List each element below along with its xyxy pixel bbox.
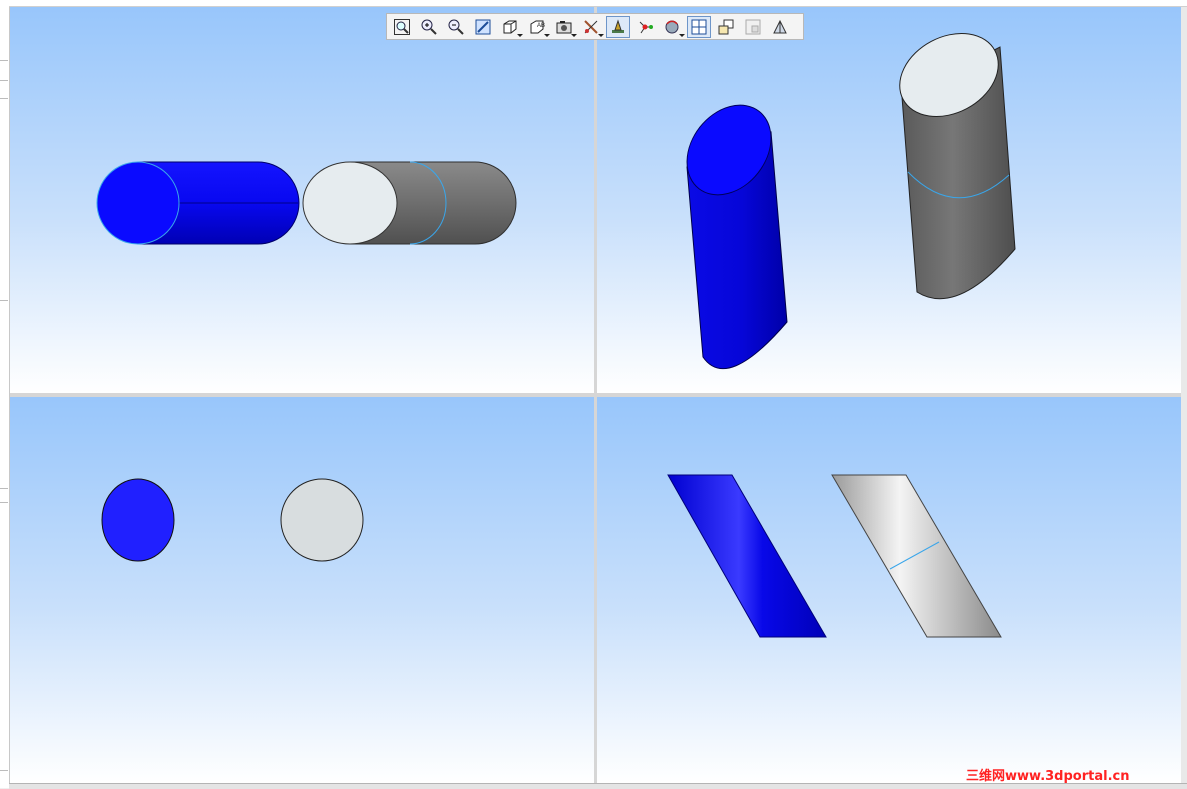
section-view-button[interactable]: [768, 16, 792, 38]
display-style-icon: AB: [530, 20, 545, 33]
viewport-front[interactable]: [10, 7, 594, 393]
hide-show-items-button[interactable]: [552, 16, 577, 38]
zoom-out-button[interactable]: [444, 16, 468, 38]
gray-cylinder[interactable]: [831, 474, 1002, 638]
zoom-to-area-button[interactable]: [471, 16, 495, 38]
zoom-out-icon: [448, 19, 464, 35]
appearance-icon: [584, 19, 598, 34]
rotate-view-button[interactable]: [660, 16, 685, 38]
appearance-button[interactable]: [579, 16, 604, 38]
single-view-icon: [745, 19, 761, 34]
four-viewport-icon: [691, 19, 707, 34]
zoom-in-icon: [421, 19, 437, 35]
cube-icon: [503, 20, 517, 33]
top-edge: [9, 0, 1187, 7]
viewport-right[interactable]: [597, 397, 1181, 783]
single-view-button[interactable]: [741, 16, 765, 38]
gray-cylinder[interactable]: [302, 161, 517, 245]
zoom-to-fit-button[interactable]: [390, 16, 414, 38]
section-view-icon: [773, 19, 787, 33]
svg-text:AB: AB: [537, 23, 545, 29]
right-edge: [1181, 7, 1187, 783]
watermark-text: 三维网www.3dportal.cn: [966, 769, 1130, 784]
rotate-icon: [665, 20, 679, 33]
link-views-icon: [718, 19, 734, 34]
horizontal-splitter[interactable]: [10, 393, 1181, 397]
four-viewport-button[interactable]: [687, 15, 711, 38]
display-style-button[interactable]: AB: [525, 16, 550, 38]
front-view-scene: [96, 161, 517, 245]
left-panel-edge: [0, 0, 10, 788]
blue-cylinder[interactable]: [667, 474, 827, 638]
top-view-scene: [101, 478, 364, 562]
camera-icon: [556, 20, 572, 33]
zoom-to-area-icon: [475, 19, 491, 34]
scene-settings-button[interactable]: [606, 15, 630, 38]
isometric-view-scene: [670, 17, 1016, 370]
viewport-top[interactable]: [10, 397, 594, 783]
node-icon: [639, 21, 653, 33]
view-settings-button[interactable]: [633, 16, 657, 38]
gray-cylinder[interactable]: [280, 478, 364, 562]
right-view-scene: [667, 474, 1002, 638]
viewport-isometric[interactable]: [597, 7, 1181, 393]
blue-cylinder[interactable]: [670, 89, 789, 370]
zoom-to-fit-icon: [394, 18, 410, 35]
zoom-in-button[interactable]: [417, 16, 441, 38]
blue-cylinder[interactable]: [101, 478, 175, 562]
scene-icon: [612, 18, 624, 33]
link-views-button[interactable]: [714, 16, 738, 38]
view-toolbar: AB: [386, 13, 804, 40]
view-orientation-button[interactable]: [498, 16, 523, 38]
gray-cylinder[interactable]: [885, 17, 1016, 300]
blue-cylinder[interactable]: [96, 161, 300, 245]
